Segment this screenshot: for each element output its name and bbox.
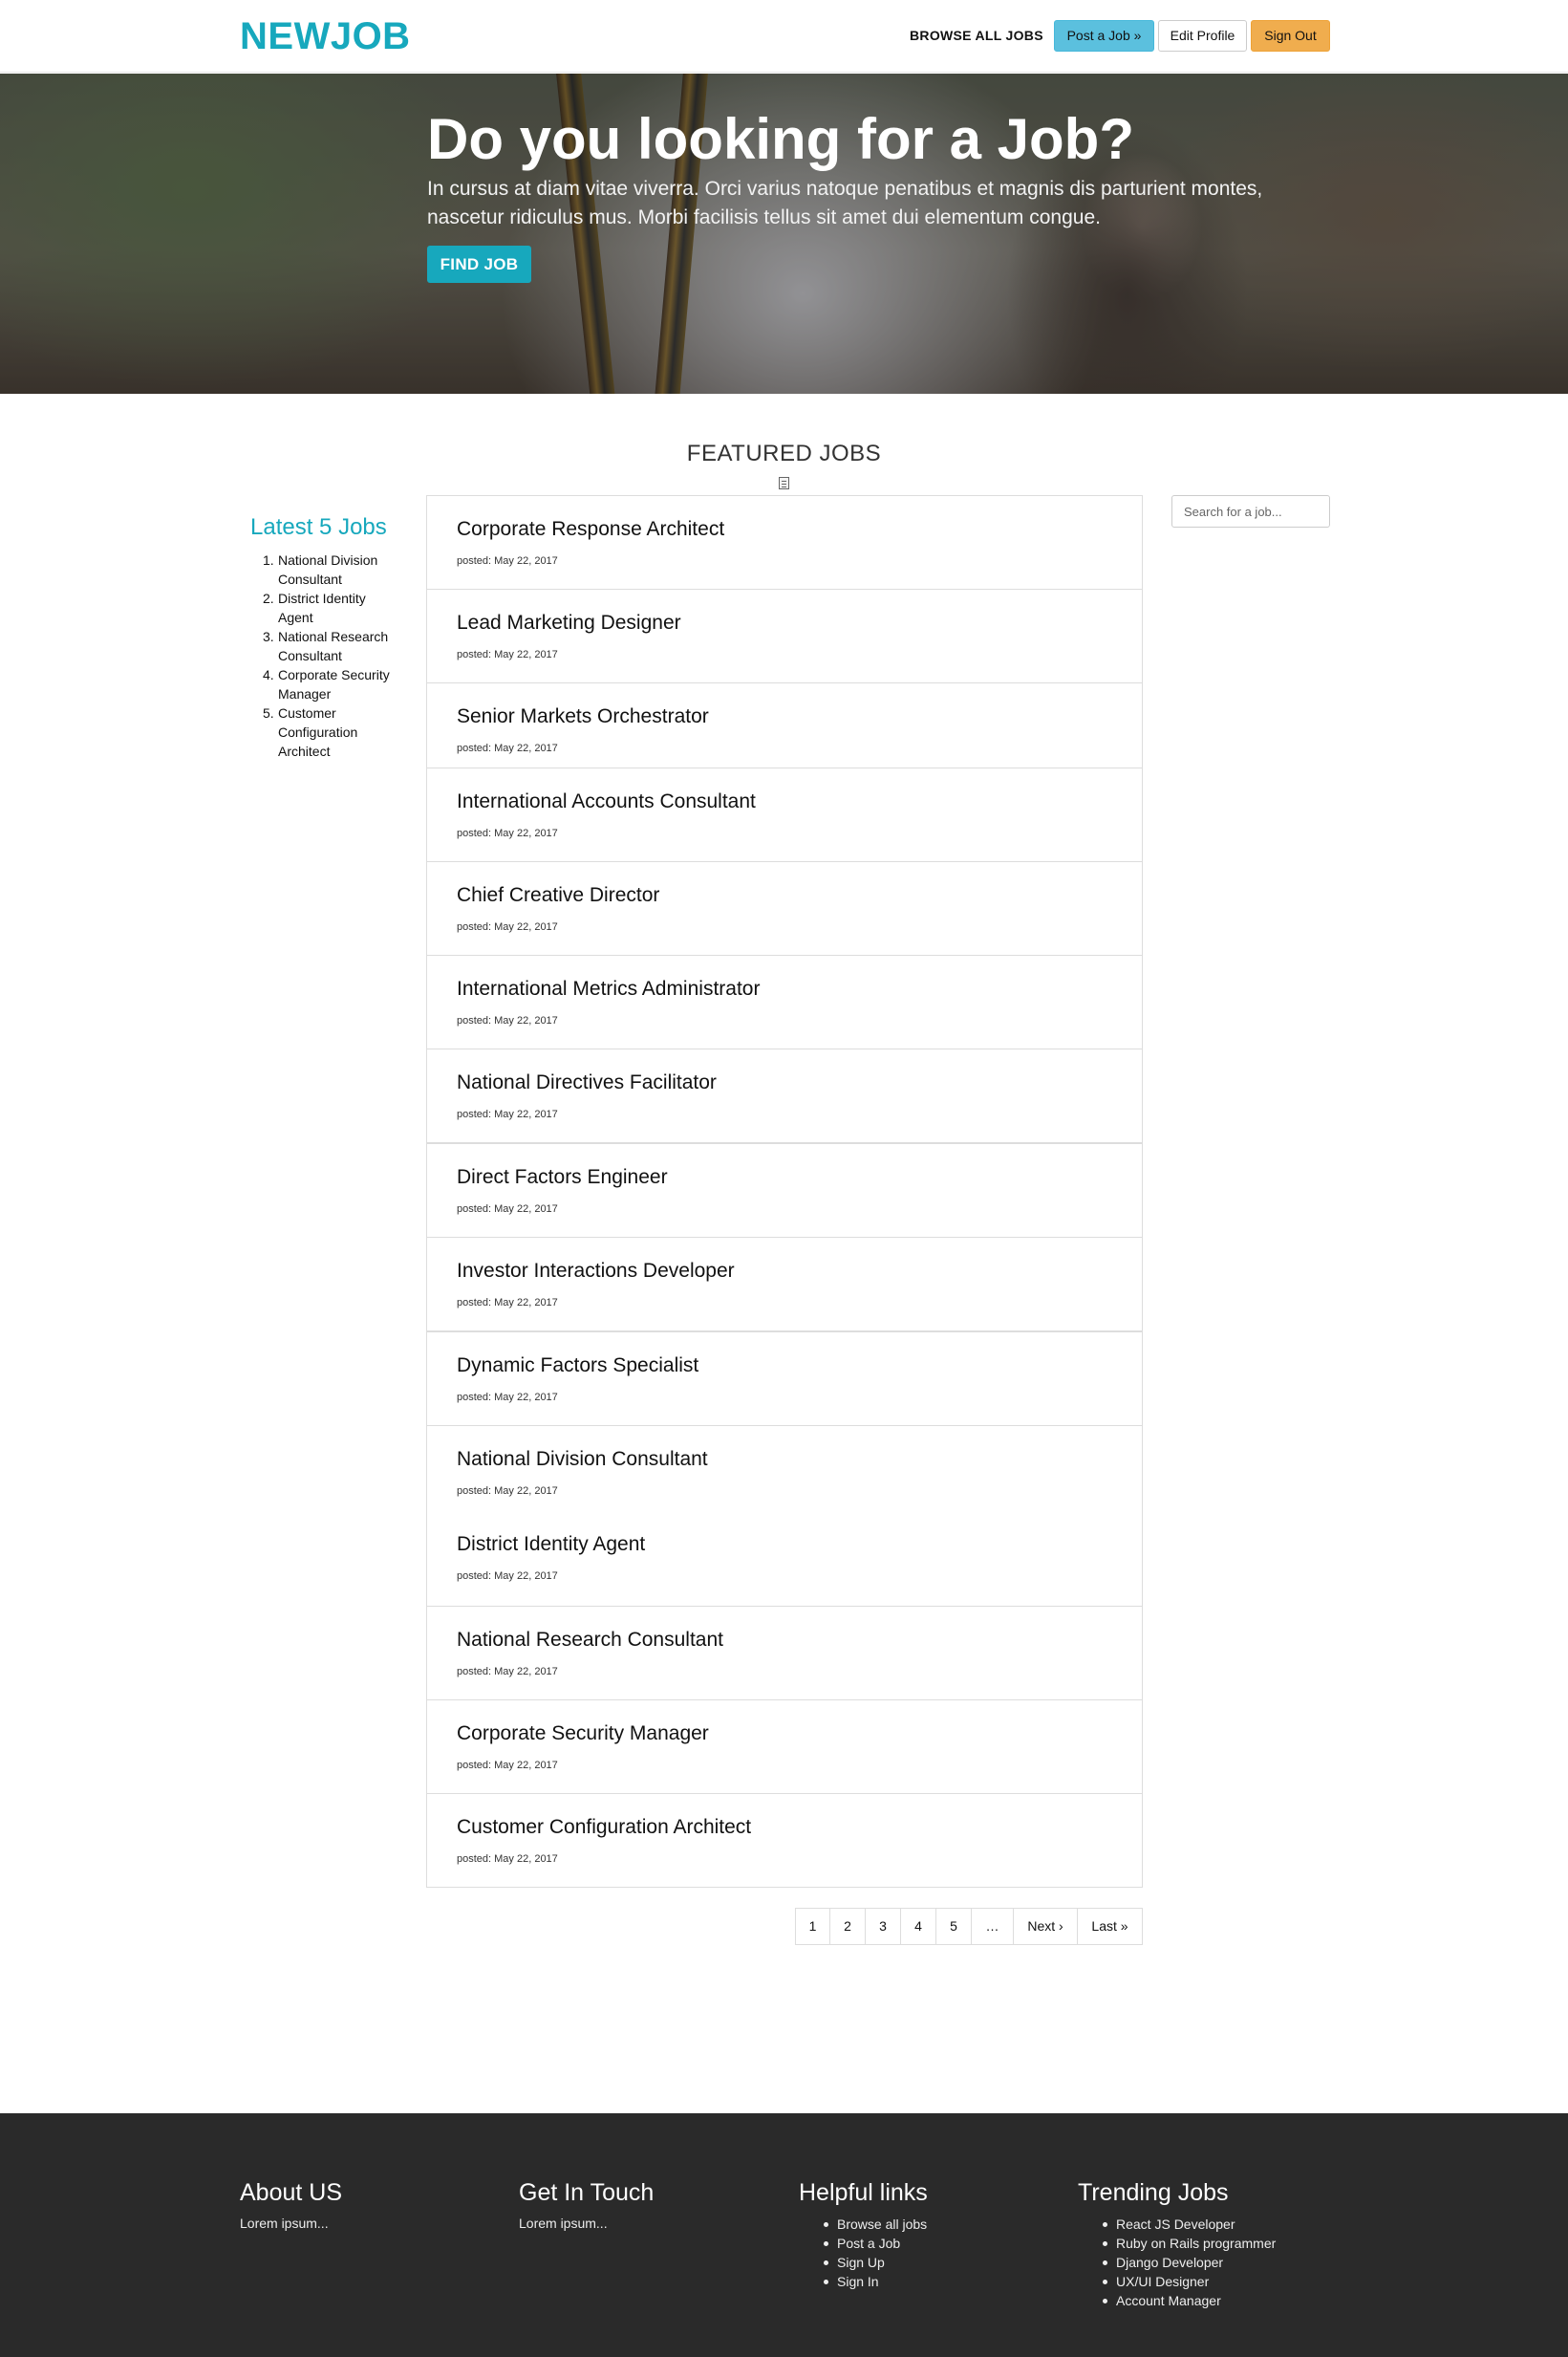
job-card[interactable]: Investor Interactions Developer posted: … xyxy=(426,1237,1143,1331)
footer-helpful-title: Helpful links xyxy=(799,2179,928,2206)
latest-job-item[interactable]: 4. Corporate Security Manager xyxy=(250,665,403,703)
job-title[interactable]: Corporate Security Manager xyxy=(457,1721,709,1746)
job-posted-date: posted: May 22, 2017 xyxy=(457,1666,558,1677)
job-posted-date: posted: May 22, 2017 xyxy=(457,1570,558,1582)
job-card[interactable]: Lead Marketing Designer posted: May 22, … xyxy=(426,589,1143,683)
job-title[interactable]: Dynamic Factors Specialist xyxy=(457,1353,698,1378)
job-title[interactable]: National Research Consultant xyxy=(457,1628,723,1653)
navbar: NEWJOB BROWSE ALL JOBS Post a Job » Edit… xyxy=(0,0,1568,73)
page-last-link[interactable]: Last » xyxy=(1077,1908,1143,1945)
page-gap: … xyxy=(971,1908,1014,1945)
hero-title: Do you looking for a Job? xyxy=(427,107,1134,171)
job-title[interactable]: Direct Factors Engineer xyxy=(457,1165,668,1190)
job-title[interactable]: Chief Creative Director xyxy=(457,883,659,908)
job-card[interactable]: Chief Creative Director posted: May 22, … xyxy=(426,861,1143,956)
job-posted-date: posted: May 22, 2017 xyxy=(457,1109,558,1120)
footer-trending-item[interactable]: Django Developer xyxy=(1097,2253,1276,2272)
job-title[interactable]: Senior Markets Orchestrator xyxy=(457,704,709,729)
job-card[interactable]: National Division Consultant posted: May… xyxy=(426,1425,1143,1607)
footer-link-browse-all-jobs[interactable]: Browse all jobs xyxy=(818,2215,927,2234)
footer-trending-item[interactable]: Ruby on Rails programmer xyxy=(1097,2234,1276,2253)
browse-all-jobs-link[interactable]: BROWSE ALL JOBS xyxy=(910,26,1043,45)
footer: About US Lorem ipsum... Get In Touch Lor… xyxy=(0,2113,1568,2357)
job-posted-date: posted: May 22, 2017 xyxy=(457,1297,558,1308)
job-posted-date: posted: May 22, 2017 xyxy=(457,1760,558,1771)
footer-contact-title: Get In Touch xyxy=(519,2179,655,2206)
job-title[interactable]: Investor Interactions Developer xyxy=(457,1259,735,1284)
job-card[interactable]: Dynamic Factors Specialist posted: May 2… xyxy=(426,1331,1143,1426)
job-card[interactable]: National Research Consultant posted: May… xyxy=(426,1606,1143,1700)
job-card[interactable]: Corporate Security Manager posted: May 2… xyxy=(426,1699,1143,1794)
brand-logo[interactable]: NEWJOB xyxy=(240,13,411,59)
footer-about-text: Lorem ipsum... xyxy=(240,2216,329,2231)
job-card[interactable]: International Accounts Consultant posted… xyxy=(426,768,1143,862)
job-search-input[interactable] xyxy=(1171,495,1330,528)
latest-job-item[interactable]: 2. District Identity Agent xyxy=(250,589,403,627)
footer-link-post-a-job[interactable]: Post a Job xyxy=(818,2234,927,2253)
footer-helpful-list: Browse all jobs Post a Job Sign Up Sign … xyxy=(818,2215,927,2291)
post-job-button[interactable]: Post a Job » xyxy=(1054,20,1154,52)
job-posted-date: posted: May 22, 2017 xyxy=(457,743,558,754)
footer-contact-text: Lorem ipsum... xyxy=(519,2216,608,2231)
job-title[interactable]: International Accounts Consultant xyxy=(457,789,756,814)
page-next-link[interactable]: Next › xyxy=(1013,1908,1078,1945)
job-title[interactable]: District Identity Agent xyxy=(457,1532,645,1557)
page-link-3[interactable]: 3 xyxy=(865,1908,901,1945)
page-link-4[interactable]: 4 xyxy=(900,1908,936,1945)
job-title[interactable]: National Division Consultant xyxy=(457,1447,708,1472)
footer-about-title: About US xyxy=(240,2179,343,2206)
job-title[interactable]: National Directives Facilitator xyxy=(457,1070,717,1095)
job-posted-date: posted: May 22, 2017 xyxy=(457,828,558,839)
hero-banner: Do you looking for a Job? In cursus at d… xyxy=(0,74,1568,394)
featured-jobs-title: FEATURED JOBS xyxy=(686,441,882,466)
job-title[interactable]: International Metrics Administrator xyxy=(457,977,760,1002)
latest-jobs-list: 1. National Division Consultant 2. Distric… xyxy=(250,551,403,761)
job-title[interactable]: Customer Configuration Architect xyxy=(457,1815,751,1840)
job-title[interactable]: Lead Marketing Designer xyxy=(457,611,681,636)
page-link-5[interactable]: 5 xyxy=(935,1908,972,1945)
job-card[interactable]: Direct Factors Engineer posted: May 22, … xyxy=(426,1143,1143,1238)
sign-out-button[interactable]: Sign Out xyxy=(1251,20,1330,52)
footer-trending-title: Trending Jobs xyxy=(1078,2179,1229,2206)
footer-trending-item[interactable]: React JS Developer xyxy=(1097,2215,1276,2234)
job-posted-date: posted: May 22, 2017 xyxy=(457,649,558,660)
job-card[interactable]: Senior Markets Orchestrator posted: May … xyxy=(426,682,1143,768)
latest-jobs-title: Latest 5 Jobs xyxy=(250,514,387,540)
latest-job-item[interactable]: 1. National Division Consultant xyxy=(250,551,403,589)
job-card[interactable]: International Metrics Administrator post… xyxy=(426,955,1143,1049)
job-posted-date: posted: May 22, 2017 xyxy=(457,1015,558,1027)
page-link-1[interactable]: 1 xyxy=(795,1908,830,1945)
hero-text: In cursus at diam vitae viverra. Orci va… xyxy=(427,178,1263,228)
footer-trending-list: React JS Developer Ruby on Rails program… xyxy=(1097,2215,1276,2310)
latest-job-item[interactable]: 3. National Research Consultant xyxy=(250,627,403,665)
job-posted-date: posted: May 22, 2017 xyxy=(457,555,558,567)
job-card[interactable]: Customer Configuration Architect posted:… xyxy=(426,1793,1143,1888)
job-posted-date: posted: May 22, 2017 xyxy=(457,1485,558,1497)
document-icon xyxy=(779,477,789,489)
job-posted-date: posted: May 22, 2017 xyxy=(457,1203,558,1215)
footer-link-sign-in[interactable]: Sign In xyxy=(818,2272,927,2291)
job-posted-date: posted: May 22, 2017 xyxy=(457,1392,558,1403)
page-link-2[interactable]: 2 xyxy=(829,1908,866,1945)
footer-link-sign-up[interactable]: Sign Up xyxy=(818,2253,927,2272)
job-title[interactable]: Corporate Response Architect xyxy=(457,517,724,542)
pagination: 1 2 3 4 5 … Next › Last » xyxy=(795,1908,1143,1945)
job-card[interactable]: National Directives Facilitator posted: … xyxy=(426,1049,1143,1143)
latest-job-item[interactable]: 5. Customer Configuration Architect xyxy=(250,703,403,761)
edit-profile-button[interactable]: Edit Profile xyxy=(1158,20,1247,52)
job-card[interactable]: Corporate Response Architect posted: May… xyxy=(426,495,1143,590)
find-job-button[interactable]: FIND JOB xyxy=(427,246,531,283)
footer-trending-item[interactable]: Account Manager xyxy=(1097,2291,1276,2310)
footer-trending-item[interactable]: UX/UI Designer xyxy=(1097,2272,1276,2291)
job-posted-date: posted: May 22, 2017 xyxy=(457,1853,558,1865)
job-posted-date: posted: May 22, 2017 xyxy=(457,921,558,933)
